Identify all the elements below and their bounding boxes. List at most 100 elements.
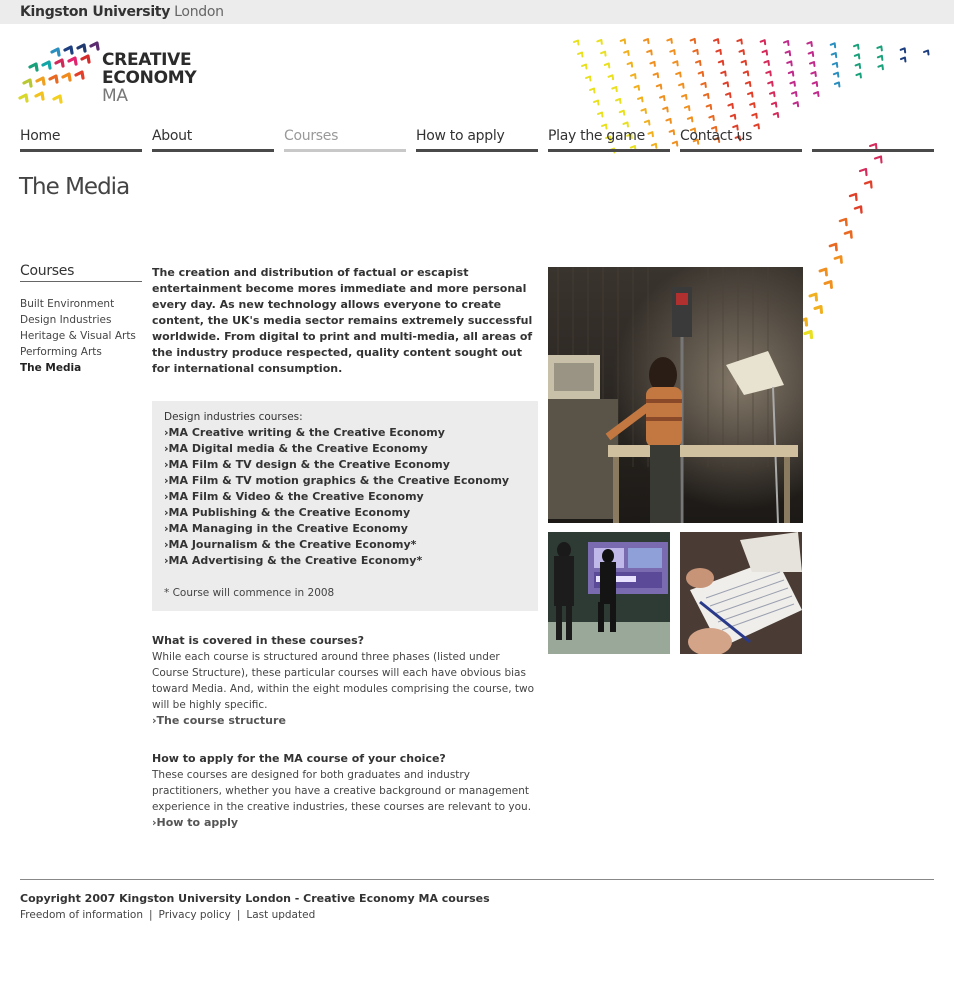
- decorative-arrow: [593, 99, 600, 106]
- sidebar-item-performing-arts[interactable]: Performing Arts: [20, 344, 142, 360]
- nav-empty-slot: [812, 128, 934, 152]
- sidebar-item-the-media[interactable]: The Media: [20, 360, 142, 376]
- decorative-arrow: [603, 62, 611, 69]
- decorative-arrow: [858, 167, 868, 177]
- decorative-arrow: [722, 81, 730, 88]
- decorative-arrow: [729, 113, 737, 120]
- decorative-arrow: [713, 38, 720, 45]
- sidebar-item-design-industries[interactable]: Design Industries: [20, 312, 142, 328]
- course-link-label: MA Managing in the Creative Economy: [168, 522, 408, 535]
- university-name-bold: Kingston University: [20, 4, 171, 20]
- copyright-text: Copyright 2007 Kingston University Londo…: [20, 892, 490, 905]
- section-heading: What is covered in these courses?: [152, 634, 365, 647]
- decorative-arrow: [855, 72, 862, 79]
- course-link[interactable]: ›MA Managing in the Creative Economy: [164, 521, 526, 537]
- how-to-apply-link[interactable]: ›How to apply: [152, 815, 538, 831]
- decorative-arrow: [809, 61, 816, 68]
- sidebar-item-heritage-visual-arts[interactable]: Heritage & Visual Arts: [20, 328, 142, 344]
- decorative-arrow: [715, 48, 722, 55]
- footer-link-privacy-policy[interactable]: Privacy policy: [159, 909, 231, 921]
- decorative-arrow: [751, 112, 758, 119]
- footer-divider: [20, 879, 934, 880]
- decorative-arrow: [783, 40, 790, 47]
- decorative-arrow: [662, 106, 669, 113]
- decorative-arrow: [765, 70, 772, 77]
- decorative-arrow: [703, 92, 710, 99]
- course-link[interactable]: ›MA Creative writing & the Creative Econ…: [164, 425, 526, 441]
- decorative-arrow: [705, 103, 713, 110]
- top-bar: Kingston University London: [0, 0, 954, 24]
- university-name[interactable]: Kingston University London: [20, 4, 224, 20]
- nav-play-the-game[interactable]: Play the game: [548, 128, 670, 152]
- section-body: While each course is structured around t…: [152, 651, 534, 711]
- section-coverage: What is covered in these courses? While …: [152, 633, 538, 729]
- decorative-arrow: [615, 97, 622, 104]
- decorative-arrow: [669, 49, 676, 56]
- decorative-arrow: [749, 102, 756, 109]
- decorative-arrow: [736, 38, 743, 45]
- decorative-arrow: [727, 102, 734, 109]
- sidebar-item-built-environment[interactable]: Built Environment: [20, 296, 142, 312]
- decorative-arrow: [791, 91, 798, 98]
- course-structure-link[interactable]: ›The course structure: [152, 713, 538, 729]
- decorative-arrow: [652, 72, 660, 79]
- decorative-arrow: [876, 45, 883, 52]
- decorative-arrow: [640, 108, 647, 115]
- nav-how-to-apply[interactable]: How to apply: [416, 128, 538, 152]
- course-note: * Course will commence in 2008: [164, 587, 335, 599]
- course-link[interactable]: ›MA Publishing & the Creative Economy: [164, 505, 526, 521]
- course-link-label: MA Creative writing & the Creative Econo…: [168, 426, 445, 439]
- decorative-arrow: [720, 70, 727, 77]
- main-content: The creation and distribution of factual…: [152, 265, 538, 831]
- decorative-arrow: [772, 111, 780, 118]
- footer-link-freedom-of-information[interactable]: Freedom of information: [20, 909, 143, 921]
- decorative-arrow: [853, 205, 863, 214]
- decorative-arrow: [767, 80, 774, 87]
- decorative-arrow: [623, 50, 630, 57]
- decorative-arrow: [848, 192, 858, 202]
- decorative-arrow: [649, 60, 656, 67]
- course-link-label: MA Film & Video & the Creative Economy: [168, 490, 424, 503]
- nav-about[interactable]: About: [152, 128, 274, 152]
- course-link[interactable]: ›MA Film & Video & the Creative Economy: [164, 489, 526, 505]
- decorative-arrow: [787, 70, 795, 77]
- decorative-arrow: [873, 155, 883, 164]
- decorative-arrow: [877, 64, 884, 71]
- course-link[interactable]: ›MA Film & TV design & the Creative Econ…: [164, 457, 526, 473]
- decorative-arrow: [700, 81, 707, 88]
- course-link[interactable]: ›MA Journalism & the Creative Economy*: [164, 537, 526, 553]
- decorative-arrow: [769, 91, 776, 98]
- footer-separator: |: [236, 909, 241, 921]
- section-body: These courses are designed for both grad…: [152, 769, 532, 813]
- decorative-arrow: [717, 59, 725, 66]
- decorative-arrow: [784, 50, 792, 57]
- screen-room-photo-image: [548, 532, 670, 654]
- decorative-arrow: [763, 59, 770, 66]
- course-box-heading: Design industries courses:: [164, 411, 303, 423]
- decorative-arrow: [665, 117, 672, 124]
- course-link[interactable]: ›MA Film & TV motion graphics & the Crea…: [164, 473, 526, 489]
- course-link[interactable]: ›MA Advertising & the Creative Economy*: [164, 553, 526, 569]
- decorative-arrow: [683, 105, 691, 112]
- decorative-arrow: [789, 80, 796, 87]
- decorative-arrow: [600, 50, 607, 57]
- logo-text: CREATIVE ECONOMY MA: [102, 51, 197, 105]
- decorative-arrow: [744, 80, 752, 87]
- course-link[interactable]: ›MA Digital media & the Creative Economy: [164, 441, 526, 457]
- decorative-arrow: [695, 59, 702, 66]
- decorative-arrow: [637, 96, 644, 103]
- decorative-arrow: [681, 93, 688, 100]
- nav-contact-us[interactable]: Contact us: [680, 128, 802, 152]
- decorative-arrow: [622, 121, 629, 128]
- decorative-arrow: [854, 62, 862, 69]
- decorative-arrow: [581, 63, 588, 70]
- decorative-arrow: [692, 48, 699, 55]
- footer-link-last-updated[interactable]: Last updated: [246, 909, 315, 921]
- section-apply: How to apply for the MA course of your c…: [152, 751, 538, 831]
- decorative-arrow: [811, 81, 819, 88]
- nav-home[interactable]: Home: [20, 128, 142, 152]
- nav-courses[interactable]: Courses: [284, 128, 406, 152]
- footer: Copyright 2007 Kingston University Londo…: [20, 891, 490, 923]
- decorative-arrow: [747, 91, 754, 98]
- screen-room-photo: [548, 532, 670, 654]
